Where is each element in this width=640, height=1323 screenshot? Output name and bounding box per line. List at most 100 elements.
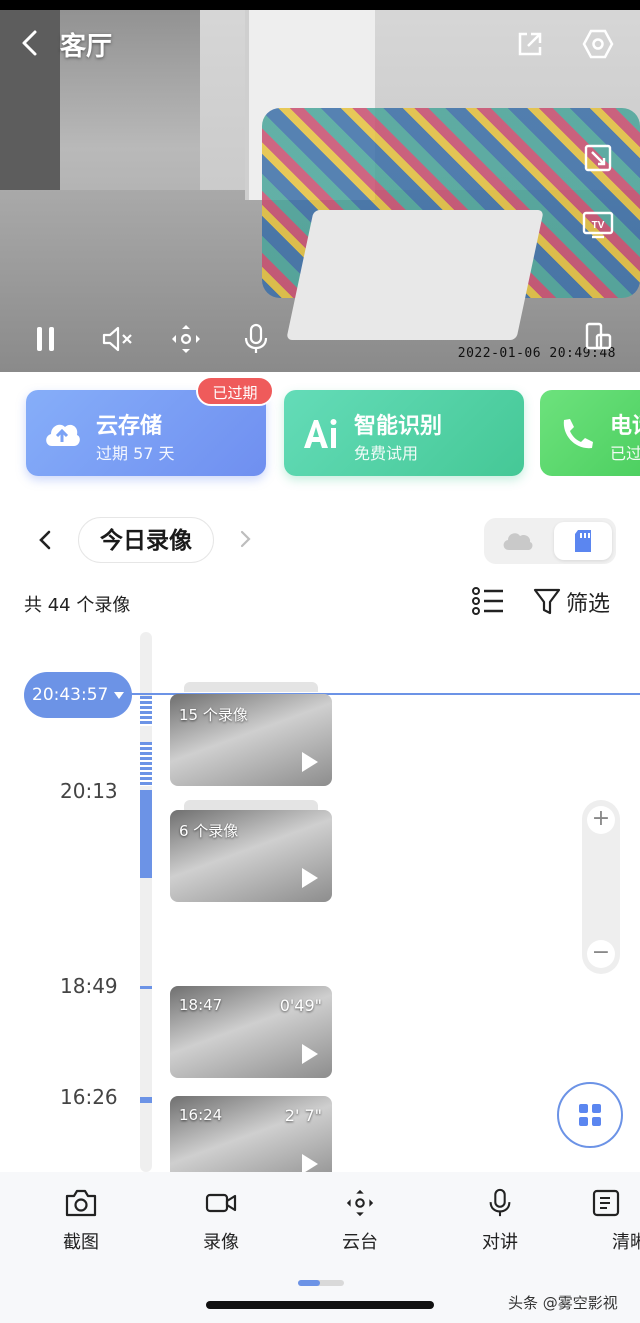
microphone-icon (489, 1188, 511, 1217)
video-scene-table (286, 210, 544, 340)
rotate-button[interactable] (580, 318, 616, 354)
chevron-left-icon (39, 530, 51, 550)
resize-button[interactable] (580, 140, 616, 176)
video-camera-icon (205, 1193, 237, 1213)
mute-icon (102, 326, 132, 352)
timeline-segment (140, 790, 152, 878)
back-button[interactable] (14, 28, 48, 62)
recording-clip[interactable]: 6 个录像 (170, 810, 332, 902)
play-icon (302, 1044, 318, 1064)
microphone-icon (244, 323, 268, 353)
timeline-tick (140, 1097, 152, 1103)
timeline-zoom-slider[interactable]: + − (582, 800, 620, 974)
grid-icon (579, 1104, 601, 1126)
ptz-button[interactable] (168, 321, 204, 357)
share-button[interactable] (512, 26, 548, 62)
hd-quality-icon (592, 1189, 620, 1217)
date-selector: 今日录像 (0, 515, 640, 567)
timeline-segment (140, 742, 152, 786)
recording-summary: 共 44 个录像 筛选 (0, 582, 640, 622)
prev-day-button[interactable] (34, 527, 56, 560)
ai-recognition-card[interactable]: 智能识别 免费试用 (284, 390, 524, 476)
current-time-pill[interactable]: 20:43:57 (24, 672, 132, 718)
zoom-out-button[interactable]: − (587, 940, 615, 968)
phone-icon (563, 419, 593, 449)
screenshot-button[interactable]: 截图 (41, 1188, 121, 1254)
time-label: 18:49 (60, 974, 118, 998)
filter-button[interactable] (532, 586, 562, 620)
storage-source-toggle[interactable] (484, 518, 616, 564)
recording-timeline[interactable]: 20:43:57 20:13 18:49 16:26 15 个录像 6 个录像 … (0, 632, 640, 1188)
sd-card-tab[interactable] (554, 522, 612, 560)
card-subtitle: 已过 (610, 444, 640, 463)
clip-label: 16:24 (179, 1106, 223, 1124)
current-time-label: 20:43:57 (32, 685, 109, 705)
cloud-icon[interactable] (500, 530, 534, 552)
hexagon-settings-icon (582, 29, 614, 59)
home-indicator[interactable] (206, 1301, 434, 1309)
time-label: 20:13 (60, 779, 118, 803)
list-view-button[interactable] (470, 584, 506, 622)
share-out-icon (518, 32, 542, 56)
watermark: 头条 @雾空影视 (508, 1294, 618, 1312)
ptz-icon (346, 1189, 374, 1217)
card-subtitle: 免费试用 (354, 444, 419, 463)
time-label: 16:26 (60, 1085, 118, 1109)
clip-duration: 2' 7" (284, 1106, 322, 1125)
recording-clip[interactable]: 15 个录像 (170, 694, 332, 786)
grid-view-button[interactable] (557, 1082, 623, 1148)
filter-label[interactable]: 筛选 (566, 586, 610, 618)
live-video[interactable]: 2022-01-06 20:49:48 客厅 TV (0, 0, 640, 372)
toolbar-label: 对讲 (482, 1232, 518, 1253)
talk-button[interactable] (238, 321, 274, 357)
recording-clip[interactable]: 18:47 0'49" (170, 986, 332, 1078)
timeline-segment (140, 696, 152, 726)
clip-duration: 0'49" (279, 996, 322, 1015)
page-title: 客厅 (60, 32, 113, 62)
list-icon (472, 587, 503, 615)
status-strip (0, 0, 640, 10)
record-button[interactable]: 录像 (181, 1188, 261, 1254)
ptz-toolbar-button[interactable]: 云台 (320, 1188, 400, 1254)
card-title: 电话 (610, 414, 640, 439)
rotate-device-icon (585, 322, 612, 350)
sd-card-icon (575, 530, 591, 552)
ptz-icon (172, 325, 200, 353)
zoom-in-button[interactable]: + (587, 806, 615, 834)
clip-label: 6 个录像 (179, 822, 239, 840)
chevron-right-icon (240, 530, 251, 548)
clip-label: 15 个录像 (179, 706, 248, 724)
clip-label: 18:47 (179, 996, 223, 1014)
filter-icon (533, 588, 561, 615)
toolbar-label: 截图 (63, 1232, 99, 1253)
settings-button[interactable] (580, 26, 616, 62)
screen-resize-icon (584, 144, 612, 172)
app-root: 2022-01-06 20:49:48 客厅 TV 云存储 过期 57 天 智能… (0, 0, 640, 1323)
toolbar-label: 云台 (342, 1232, 378, 1253)
date-label[interactable]: 今日录像 (78, 517, 214, 563)
next-day-button[interactable] (236, 527, 254, 557)
camera-icon (65, 1189, 97, 1217)
page-indicator (298, 1280, 344, 1286)
pause-icon (37, 327, 54, 351)
chevron-left-icon (22, 30, 37, 56)
play-icon (302, 752, 318, 772)
card-title: 智能识别 (354, 414, 443, 439)
play-icon (302, 868, 318, 888)
recording-count: 共 44 个录像 (24, 595, 131, 616)
pause-button[interactable] (28, 321, 64, 357)
timeline-tick (140, 986, 152, 989)
tv-cast-button[interactable]: TV (580, 206, 616, 242)
cloud-upload-icon (46, 424, 80, 446)
play-icon (302, 1154, 318, 1174)
card-title: 云存储 (96, 414, 163, 439)
card-subtitle: 过期 57 天 (96, 444, 175, 463)
intercom-button[interactable]: 对讲 (460, 1188, 540, 1254)
quality-button[interactable]: 清晰 (590, 1188, 640, 1254)
mute-button[interactable] (100, 321, 136, 357)
video-controls (0, 316, 300, 362)
toolbar-label: 录像 (203, 1232, 239, 1253)
clip-stack-edge (184, 800, 318, 810)
phone-alert-card[interactable]: 电话 已过 (540, 390, 640, 476)
expired-badge: 已过期 (196, 376, 274, 406)
